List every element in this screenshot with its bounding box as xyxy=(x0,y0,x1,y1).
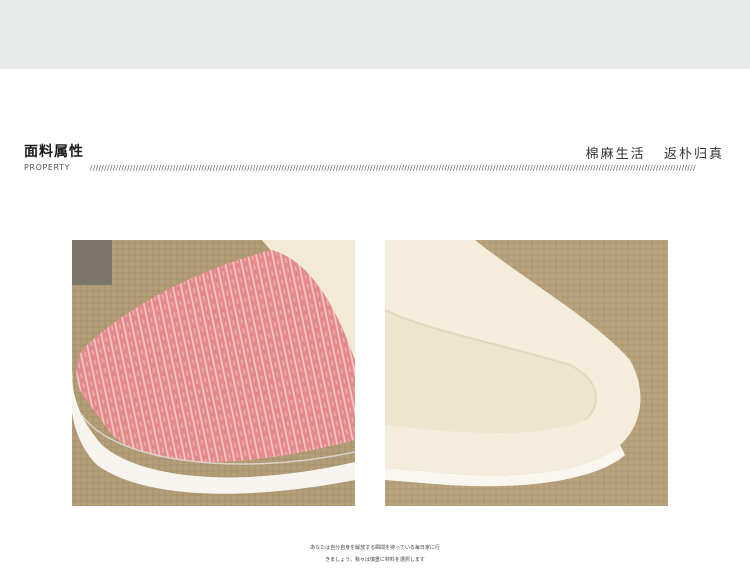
section-subtitle: PROPERTY xyxy=(24,163,71,172)
footnote-line-1: あなたは自分自身を解放する瞬間を待っている毎日家に行 xyxy=(310,545,440,551)
slash-divider: ////////////////////////////////////////… xyxy=(90,164,696,172)
slipper-interior-photo xyxy=(385,240,668,506)
footnote-line-2: きましょう。我々は慎重に材料を選択します xyxy=(325,557,425,563)
slogan-text: 棉麻生活 返朴归真 xyxy=(585,147,724,162)
top-banner-band xyxy=(0,0,750,69)
slipper-toe-photo xyxy=(72,240,355,506)
section-title: 面料属性 xyxy=(24,144,84,160)
